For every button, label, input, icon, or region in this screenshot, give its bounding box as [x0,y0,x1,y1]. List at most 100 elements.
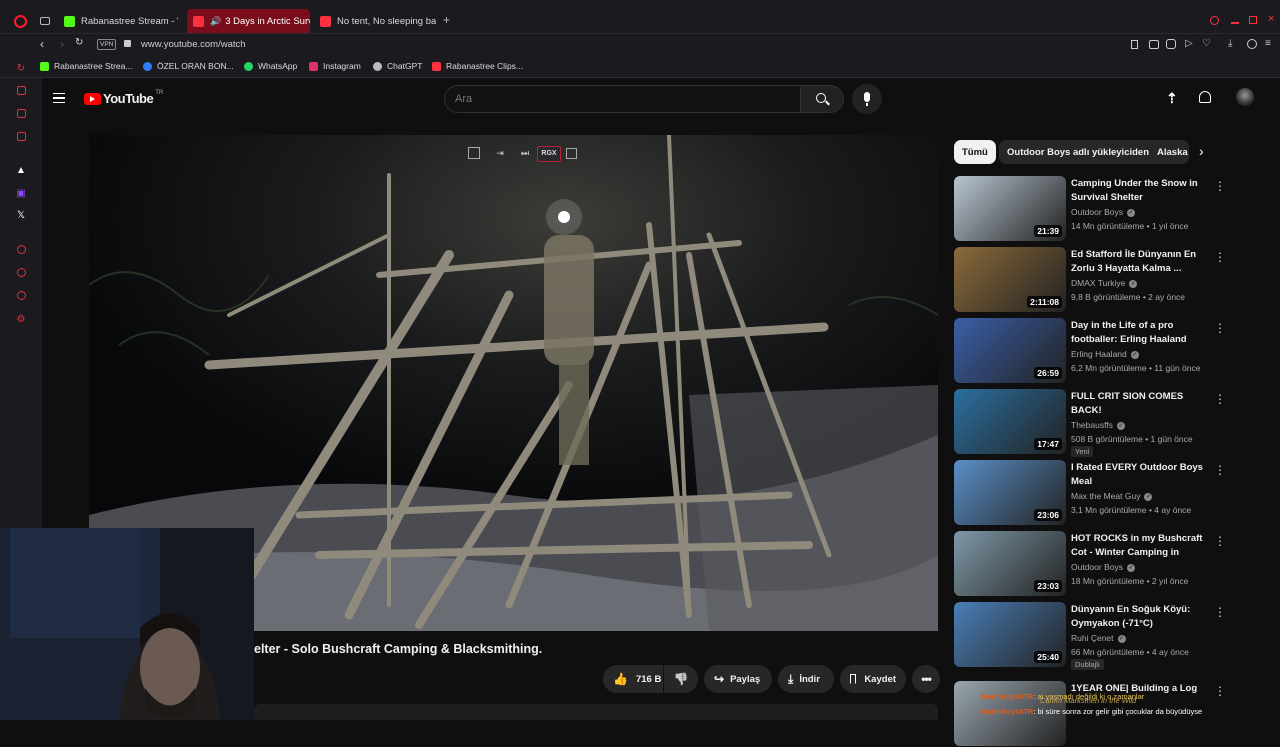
more-vertical-icon[interactable]: ⋮ [1214,251,1226,263]
video-thumbnail[interactable]: 23:03 [954,531,1066,596]
bookmark-rabanastree-stream[interactable]: Rabanastree Strea... [40,61,132,71]
vpn-badge[interactable]: VPN [97,39,117,50]
more-vertical-icon[interactable]: ⋮ [1214,393,1226,405]
search-tabs-icon[interactable] [1210,16,1219,25]
recommendation-card[interactable]: 23:03 HOT ROCKS in my Bushcraft Cot - Win… [953,531,1226,597]
url-field[interactable]: www.youtube.com/watch [141,39,246,50]
more-actions-button[interactable]: ••• [912,665,940,693]
close-window-button[interactable]: × [1268,14,1274,25]
upload-icon[interactable]: ⇡ [1166,90,1178,107]
mail-icon[interactable] [17,132,26,141]
reload-sidebar-icon[interactable]: ↻ [15,63,27,75]
new-tab-button[interactable]: + [443,13,450,27]
skip-forward-icon[interactable]: ⏭ [517,146,533,161]
tab-arctic-survival[interactable]: 🔊 3 Days in Arctic Survi [187,9,310,33]
shopping-icon[interactable] [17,86,26,95]
share-button[interactable]: ↪ Paylaş [704,665,772,693]
avatar[interactable] [1236,88,1254,106]
recommendation-card[interactable]: 17:47 FULL CRIT SION COMES BACK! Thebausff… [953,389,1226,457]
forward-icon[interactable]: › [60,37,64,51]
channel-name[interactable]: Erling Haaland ✓ [1071,349,1139,359]
bookmark-whatsapp[interactable]: WhatsApp [244,61,297,71]
more-vertical-icon[interactable]: ⋮ [1214,606,1226,618]
rgx-button[interactable]: RGX [537,146,561,162]
tab-rabanastree-stream[interactable]: Rabanastree Stream - Wa [60,9,178,33]
channel-name[interactable]: DMAX Turkiye ✓ [1071,278,1138,288]
video-thumbnail[interactable]: 17:47 [954,389,1066,454]
video-title[interactable]: Camping Under the Snow in Survival Shelt… [1071,177,1206,205]
bookmark-page-icon[interactable] [1131,40,1138,49]
exit-icon[interactable]: ⇥ [492,146,508,161]
messenger-icon[interactable] [17,109,26,118]
recommendation-card[interactable]: 23:06 I Rated EVERY Outdoor Boys Meal Max … [953,460,1226,526]
profile-icon[interactable] [1247,39,1257,49]
bookmark-rabanastree-clips[interactable]: Rabanastree Clips... [432,61,523,71]
downloads-icon[interactable]: ⤓ [1228,38,1232,49]
recommendation-card[interactable]: 2:11:08 Ed Stafford İle Dünyanın En Zorlu… [953,247,1226,313]
more-vertical-icon[interactable]: ⋮ [1214,322,1226,334]
minimize-button[interactable] [1231,22,1239,24]
chips-next-icon[interactable]: › [1199,143,1204,159]
miniplayer-icon[interactable] [468,147,480,159]
video-title[interactable]: Dünyanın En Soğuk Köyü: Oymyakon (-71°C) [1071,603,1206,631]
video-title[interactable]: Day in the Life of a pro footballer: Erl… [1071,319,1206,347]
recommendation-card[interactable]: 25:40 Dünyanın En Soğuk Köyü: Oymyakon (-… [953,602,1226,670]
voice-search-button[interactable] [852,84,882,114]
description-box[interactable] [254,704,938,720]
search-field[interactable] [444,85,801,113]
video-popout-icon[interactable]: ▷ [1185,38,1193,49]
heart-icon[interactable]: ♡ [1202,38,1211,49]
snapshot-icon[interactable] [1149,40,1159,49]
channel-name[interactable]: Outdoor Boys ✓ [1071,562,1135,572]
chip-from-uploader[interactable]: Outdoor Boys adlı yükleyiciden [999,140,1158,164]
save-button[interactable]: Kaydet [840,665,906,693]
tab-no-tent[interactable]: No tent, No sleeping bag [318,9,436,33]
sidebar-toggle-icon[interactable] [566,148,577,159]
player-icon[interactable] [17,245,26,254]
recommendation-card[interactable]: 21:39 Camping Under the Snow in Survival … [953,176,1226,242]
more-vertical-icon[interactable]: ⋮ [1214,180,1226,192]
video-title[interactable]: HOT ROCKS in my Bushcraft Cot - Winter C… [1071,532,1206,560]
video-thumbnail[interactable]: 21:39 [954,176,1066,241]
channel-name[interactable]: Ruhi Çenet ✓ [1071,633,1126,643]
like-button[interactable]: 👍 716 B [603,665,663,693]
tab-overview-icon[interactable] [40,17,50,25]
video-thumbnail[interactable]: 23:06 [954,460,1066,525]
twitch-icon[interactable]: ▣ [15,188,27,200]
chip-alaska[interactable]: Alaska [1149,140,1189,164]
channel-name[interactable]: Outdoor Boys ✓ [1071,207,1135,217]
video-title[interactable]: FULL CRIT SION COMES BACK! [1071,390,1206,418]
search-button[interactable] [800,85,844,113]
x-twitter-icon[interactable]: 𝕏 [15,210,27,222]
recommendation-card[interactable]: 26:59 Day in the Life of a pro footballer… [953,318,1226,384]
notifications-bell-icon[interactable] [1199,91,1211,103]
history-icon[interactable] [17,268,26,277]
channel-name[interactable]: Thebausffs ✓ [1071,420,1125,430]
hamburger-menu-icon[interactable] [53,93,65,103]
back-icon[interactable]: ‹ [40,37,44,51]
chat-icon[interactable] [17,291,26,300]
more-vertical-icon[interactable]: ⋮ [1214,464,1226,476]
video-thumbnail[interactable]: 25:40 [954,602,1066,667]
video-title[interactable]: I Rated EVERY Outdoor Boys Meal [1071,461,1206,489]
dislike-button[interactable]: 👎 [664,665,698,693]
download-button[interactable]: ⤓ İndir [778,665,834,693]
video-thumbnail[interactable]: 2:11:08 [954,247,1066,312]
chip-all[interactable]: Tümü [954,140,996,164]
reload-icon[interactable]: ↻ [75,37,83,48]
settings-icon[interactable]: ⚙ [15,314,27,326]
maximize-button[interactable] [1249,16,1257,24]
bookmark-instagram[interactable]: Instagram [309,61,361,71]
opera-logo-icon[interactable] [14,15,27,28]
youtube-logo[interactable]: YouTube TR [84,90,163,106]
bookmark-chatgpt[interactable]: ChatGPT [373,61,422,71]
easy-setup-icon[interactable]: ≡ [1265,38,1271,49]
kick-sidebar-icon[interactable]: ▲ [15,165,27,177]
more-vertical-icon[interactable]: ⋮ [1214,535,1226,547]
video-thumbnail[interactable]: 26:59 [954,318,1066,383]
adblock-icon[interactable] [1166,39,1176,49]
channel-name[interactable]: Max the Meat Guy ✓ [1071,491,1153,501]
search-input[interactable] [455,93,785,105]
more-vertical-icon[interactable]: ⋮ [1214,685,1226,697]
video-title[interactable]: Ed Stafford İle Dünyanın En Zorlu 3 Haya… [1071,248,1206,276]
